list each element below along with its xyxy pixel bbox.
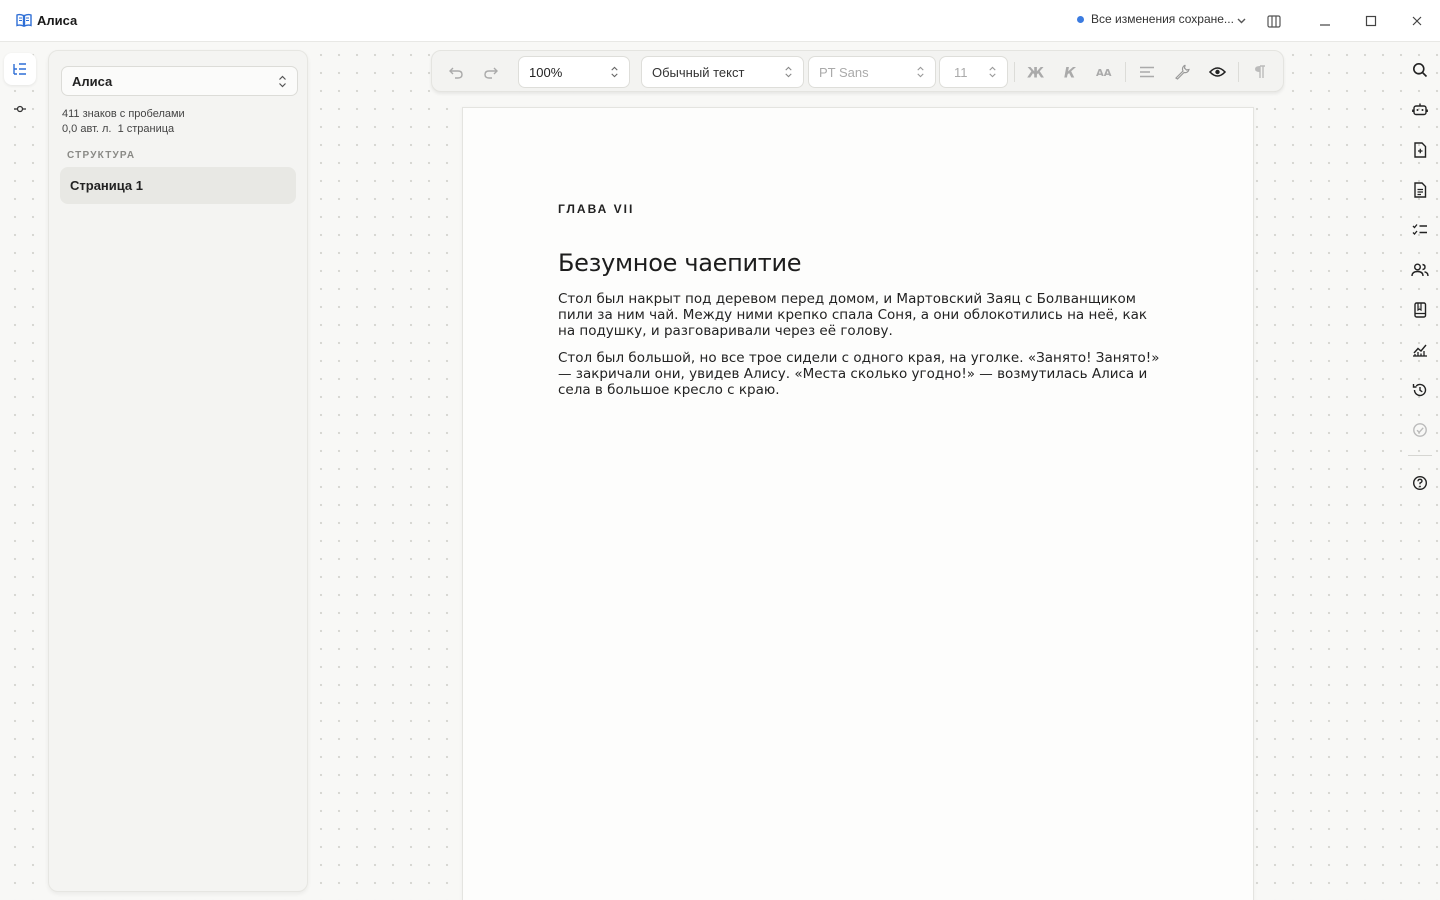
check-circle-icon bbox=[1413, 423, 1427, 437]
formatting-toolbar: 100% Обычный текст PT Sans 11 Ж К AA bbox=[431, 50, 1284, 92]
document-add-icon bbox=[1414, 142, 1427, 158]
maximize-button[interactable] bbox=[1361, 11, 1381, 31]
chevron-updown-icon bbox=[989, 66, 996, 78]
zoom-select[interactable]: 100% bbox=[518, 56, 630, 88]
toolbar-separator bbox=[1014, 62, 1015, 82]
structure-heading: СТРУКТУРА bbox=[67, 150, 136, 161]
align-button[interactable] bbox=[1137, 62, 1157, 82]
svg-text:AA: AA bbox=[1096, 68, 1112, 78]
outline-button[interactable] bbox=[4, 53, 36, 85]
sheets-pages-count: 0,0 авт. л. 1 страница bbox=[62, 123, 175, 135]
chevron-updown-icon bbox=[785, 66, 792, 78]
font-select[interactable]: PT Sans bbox=[808, 56, 936, 88]
characters-button[interactable] bbox=[1408, 258, 1432, 282]
app-title: Алиса bbox=[37, 13, 78, 28]
bold-button[interactable]: Ж bbox=[1025, 62, 1045, 82]
save-status[interactable]: Все изменения сохране... bbox=[1077, 12, 1234, 26]
save-status-dot bbox=[1077, 15, 1084, 23]
paragraph-style-value: Обычный текст bbox=[652, 64, 745, 80]
document-select-value: Алиса bbox=[72, 73, 113, 89]
align-left-icon bbox=[1140, 66, 1154, 78]
maximize-icon bbox=[1365, 15, 1377, 27]
chevron-down-icon[interactable] bbox=[1236, 15, 1247, 26]
document-button[interactable] bbox=[1408, 178, 1432, 202]
paragraph-style-select[interactable]: Обычный текст bbox=[641, 56, 804, 88]
checklist-icon bbox=[1412, 224, 1427, 235]
font-size-value: 11 bbox=[954, 64, 968, 80]
history-button[interactable] bbox=[1408, 378, 1432, 402]
chart-icon bbox=[1413, 344, 1427, 357]
svg-text:К: К bbox=[1064, 66, 1076, 80]
right-rail-separator bbox=[1408, 455, 1432, 456]
svg-text:Ж: Ж bbox=[1027, 66, 1044, 80]
assistant-button[interactable] bbox=[1408, 97, 1432, 121]
minimize-icon bbox=[1320, 24, 1330, 26]
close-button[interactable] bbox=[1407, 11, 1427, 31]
pilcrow-icon bbox=[1255, 65, 1265, 78]
tools-button[interactable] bbox=[1172, 62, 1192, 82]
redo-icon bbox=[484, 67, 498, 79]
structure-item-label: Страница 1 bbox=[70, 178, 143, 193]
document-select[interactable]: Алиса bbox=[61, 66, 298, 96]
toolbar-separator bbox=[1238, 62, 1239, 82]
notebook-button[interactable] bbox=[1408, 298, 1432, 322]
book-icon bbox=[1414, 302, 1427, 318]
spellcheck-button[interactable] bbox=[1408, 418, 1432, 442]
chevron-updown-icon bbox=[611, 66, 618, 78]
commit-icon bbox=[14, 105, 26, 113]
commit-button[interactable] bbox=[4, 93, 36, 125]
text-case-icon: AA bbox=[1096, 68, 1112, 78]
structure-sidebar: Алиса 411 знаков с пробелами 0,0 авт. л.… bbox=[48, 50, 308, 892]
bold-icon: Ж bbox=[1027, 66, 1044, 80]
save-status-text: Все изменения сохране... bbox=[1091, 12, 1234, 26]
italic-icon: К bbox=[1064, 66, 1076, 80]
paragraph[interactable]: Стол был большой, но все трое сидели с о… bbox=[558, 350, 1168, 398]
toolbar-separator bbox=[1125, 62, 1126, 82]
robot-icon bbox=[1412, 103, 1428, 116]
paragraph[interactable]: Стол был накрыт под деревом перед домом,… bbox=[558, 291, 1168, 339]
structure-item-page-1[interactable]: Страница 1 bbox=[60, 167, 296, 204]
document-stats: 411 знаков с пробелами 0,0 авт. л. 1 стр… bbox=[62, 107, 185, 137]
history-icon bbox=[1412, 383, 1427, 397]
help-icon bbox=[1412, 475, 1428, 491]
book-open-icon bbox=[16, 13, 32, 27]
paragraph-marks-button[interactable] bbox=[1250, 62, 1270, 82]
eye-icon bbox=[1208, 67, 1226, 77]
close-icon bbox=[1412, 16, 1422, 26]
undo-icon bbox=[449, 67, 463, 79]
font-size-select[interactable]: 11 bbox=[939, 56, 1008, 88]
search-icon bbox=[1413, 63, 1428, 78]
chevron-updown-icon bbox=[917, 66, 924, 78]
users-icon bbox=[1411, 263, 1429, 277]
search-button[interactable] bbox=[1408, 58, 1432, 82]
new-document-button[interactable] bbox=[1408, 138, 1432, 162]
chapter-title[interactable]: Безумное чаепитие bbox=[558, 249, 802, 277]
help-button[interactable] bbox=[1408, 471, 1432, 495]
chevron-updown-icon bbox=[279, 75, 286, 87]
preview-button[interactable] bbox=[1207, 62, 1227, 82]
minimize-button[interactable] bbox=[1315, 11, 1335, 31]
redo-button[interactable] bbox=[481, 62, 501, 82]
outline-icon bbox=[13, 63, 26, 75]
statistics-button[interactable] bbox=[1408, 338, 1432, 362]
text-case-button[interactable]: AA bbox=[1094, 62, 1114, 82]
checklist-button[interactable] bbox=[1408, 218, 1432, 242]
title-bar: Алиса Все изменения сохране... bbox=[0, 0, 1440, 42]
split-view-button[interactable] bbox=[1264, 11, 1284, 31]
document-page[interactable]: ГЛАВА VII Безумное чаепитие Стол был нак… bbox=[462, 107, 1254, 900]
document-icon bbox=[1414, 182, 1427, 198]
wrench-icon bbox=[1175, 64, 1190, 80]
columns-icon bbox=[1267, 14, 1281, 28]
font-value: PT Sans bbox=[819, 64, 869, 80]
undo-button[interactable] bbox=[446, 62, 466, 82]
chapter-label[interactable]: ГЛАВА VII bbox=[558, 202, 634, 216]
zoom-value: 100% bbox=[529, 64, 563, 80]
italic-button[interactable]: К bbox=[1060, 62, 1080, 82]
character-count: 411 знаков с пробелами bbox=[62, 108, 185, 120]
